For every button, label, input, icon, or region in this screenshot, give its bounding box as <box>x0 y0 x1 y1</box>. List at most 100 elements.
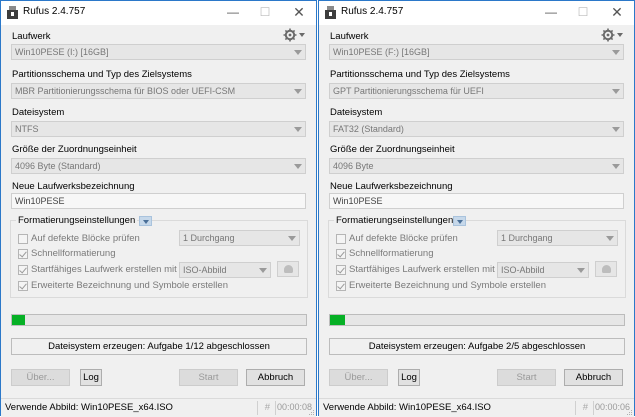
filesystem-select[interactable]: NTFS <box>11 121 306 137</box>
passes-select[interactable]: 1 Durchgang <box>179 230 300 246</box>
maximize-icon: ☐ <box>577 5 589 19</box>
volume-label-input[interactable]: Win10PESE <box>11 193 306 209</box>
status-text: Dateisystem erzeugen: Aufgabe 1/12 abges… <box>11 338 307 355</box>
extended-label-label: Erweiterte Bezeichnung und Symbole erste… <box>31 280 228 291</box>
progress-bar <box>11 314 307 326</box>
chevron-down-icon <box>143 220 149 224</box>
cluster-size-value: 4096 Byte <box>333 161 374 171</box>
filesystem-label: Dateisystem <box>12 107 65 118</box>
status-separator <box>575 401 576 415</box>
partition-value: GPT Partitionierungsschema für UEFI <box>333 86 484 96</box>
boot-type-select[interactable]: ISO-Abbild <box>179 262 271 278</box>
resize-grip-icon[interactable] <box>627 410 633 416</box>
extended-label-checkbox[interactable] <box>18 281 28 291</box>
about-button[interactable]: Über... <box>329 369 388 386</box>
status-bar-text: Verwende Abbild: Win10PESE_x64.ISO <box>5 402 173 413</box>
usb-drive-icon <box>325 6 336 19</box>
chevron-down-icon <box>612 50 620 55</box>
chevron-down-icon <box>457 220 463 224</box>
partition-select[interactable]: GPT Partitionierungsschema für UEFI <box>329 83 624 99</box>
partition-select[interactable]: MBR Partitionierungsschema für BIOS oder… <box>11 83 306 99</box>
chevron-down-icon <box>294 127 302 132</box>
boot-type-value: ISO-Abbild <box>501 265 545 275</box>
rufus-window-left: Rufus 2.4.757 — ☐ ✕ Laufwerk Win10PESE (… <box>0 0 317 417</box>
bootable-label: Startfähiges Laufwerk erstellen mit <box>349 264 495 275</box>
maximize-button[interactable]: ☐ <box>248 1 282 25</box>
maximize-button[interactable]: ☐ <box>566 1 600 25</box>
start-button[interactable]: Start <box>497 369 556 386</box>
minimize-button[interactable]: — <box>534 1 568 25</box>
passes-select[interactable]: 1 Durchgang <box>497 230 618 246</box>
volume-label-label: Neue Laufwerksbezeichnung <box>330 181 453 192</box>
status-bar: Verwende Abbild: Win10PESE_x64.ISO # 00:… <box>319 398 634 417</box>
format-options-toggle[interactable] <box>139 216 152 226</box>
bootable-label: Startfähiges Laufwerk erstellen mit <box>31 264 177 275</box>
cluster-size-label: Größe der Zuordnungseinheit <box>12 144 137 155</box>
cluster-size-value: 4096 Byte (Standard) <box>15 161 101 171</box>
close-button[interactable]: ✕ <box>282 1 316 25</box>
bad-blocks-label: Auf defekte Blöcke prüfen <box>31 233 140 244</box>
volume-label-label: Neue Laufwerksbezeichnung <box>12 181 135 192</box>
select-image-button[interactable] <box>277 261 299 277</box>
about-button[interactable]: Über... <box>11 369 70 386</box>
quick-format-checkbox[interactable] <box>336 249 346 259</box>
bad-blocks-checkbox[interactable] <box>18 234 28 244</box>
device-select[interactable]: Win10PESE (F:) [16GB] <box>329 44 624 60</box>
hash-icon[interactable]: # <box>583 402 588 413</box>
cluster-size-select[interactable]: 4096 Byte (Standard) <box>11 158 306 174</box>
gear-icon[interactable] <box>601 28 625 42</box>
select-image-button[interactable] <box>595 261 617 277</box>
filesystem-label: Dateisystem <box>330 107 383 118</box>
elapsed-time: 00:00:08 <box>276 402 312 412</box>
progress-fill <box>12 315 26 325</box>
format-options-title: Formatierungseinstellungen <box>16 215 138 226</box>
close-icon: ✕ <box>293 4 305 20</box>
disk-icon <box>284 265 293 273</box>
minimize-icon: — <box>545 5 557 19</box>
partition-label: Partitionsschema und Typ des Zielsystems <box>330 69 510 80</box>
format-options-title: Formatierungseinstellungen <box>334 215 456 226</box>
filesystem-select[interactable]: FAT32 (Standard) <box>329 121 624 137</box>
bad-blocks-checkbox[interactable] <box>336 234 346 244</box>
bootable-checkbox[interactable] <box>336 265 346 275</box>
cancel-button[interactable]: Abbruch <box>246 369 305 386</box>
hash-icon[interactable]: # <box>265 402 270 413</box>
start-button[interactable]: Start <box>179 369 238 386</box>
cancel-button[interactable]: Abbruch <box>564 369 623 386</box>
boot-type-select[interactable]: ISO-Abbild <box>497 262 589 278</box>
boot-type-value: ISO-Abbild <box>183 265 227 275</box>
log-button[interactable]: Log <box>80 369 102 386</box>
resize-grip-icon[interactable] <box>309 410 315 416</box>
extended-label-label: Erweiterte Bezeichnung und Symbole erste… <box>349 280 546 291</box>
progress-fill <box>330 315 345 325</box>
minimize-button[interactable]: — <box>216 1 250 25</box>
cluster-size-label: Größe der Zuordnungseinheit <box>330 144 455 155</box>
gear-icon[interactable] <box>283 28 307 42</box>
device-value: Win10PESE (F:) [16GB] <box>333 47 430 57</box>
quick-format-label: Schnellformatierung <box>31 248 116 259</box>
window-title: Rufus 2.4.757 <box>23 6 86 17</box>
close-button[interactable]: ✕ <box>600 1 634 25</box>
filesystem-value: NTFS <box>15 124 39 134</box>
cluster-size-select[interactable]: 4096 Byte <box>329 158 624 174</box>
log-button[interactable]: Log <box>398 369 420 386</box>
disk-icon <box>602 265 611 273</box>
bootable-checkbox[interactable] <box>18 265 28 275</box>
status-text: Dateisystem erzeugen: Aufgabe 2/5 abgesc… <box>329 338 625 355</box>
progress-bar <box>329 314 625 326</box>
close-icon: ✕ <box>611 4 623 20</box>
chevron-down-icon <box>288 236 296 241</box>
quick-format-checkbox[interactable] <box>18 249 28 259</box>
volume-label-input[interactable]: Win10PESE <box>329 193 624 209</box>
usb-drive-icon <box>7 6 18 19</box>
rufus-window-right: Rufus 2.4.757 — ☐ ✕ Laufwerk Win10PESE (… <box>318 0 635 417</box>
passes-value: 1 Durchgang <box>501 233 553 243</box>
device-select[interactable]: Win10PESE (I:) [16GB] <box>11 44 306 60</box>
quick-format-label: Schnellformatierung <box>349 248 434 259</box>
device-label: Laufwerk <box>330 31 369 42</box>
filesystem-value: FAT32 (Standard) <box>333 124 404 134</box>
window-title: Rufus 2.4.757 <box>341 6 404 17</box>
chevron-down-icon <box>606 236 614 241</box>
extended-label-checkbox[interactable] <box>336 281 346 291</box>
format-options-toggle[interactable] <box>453 216 466 226</box>
